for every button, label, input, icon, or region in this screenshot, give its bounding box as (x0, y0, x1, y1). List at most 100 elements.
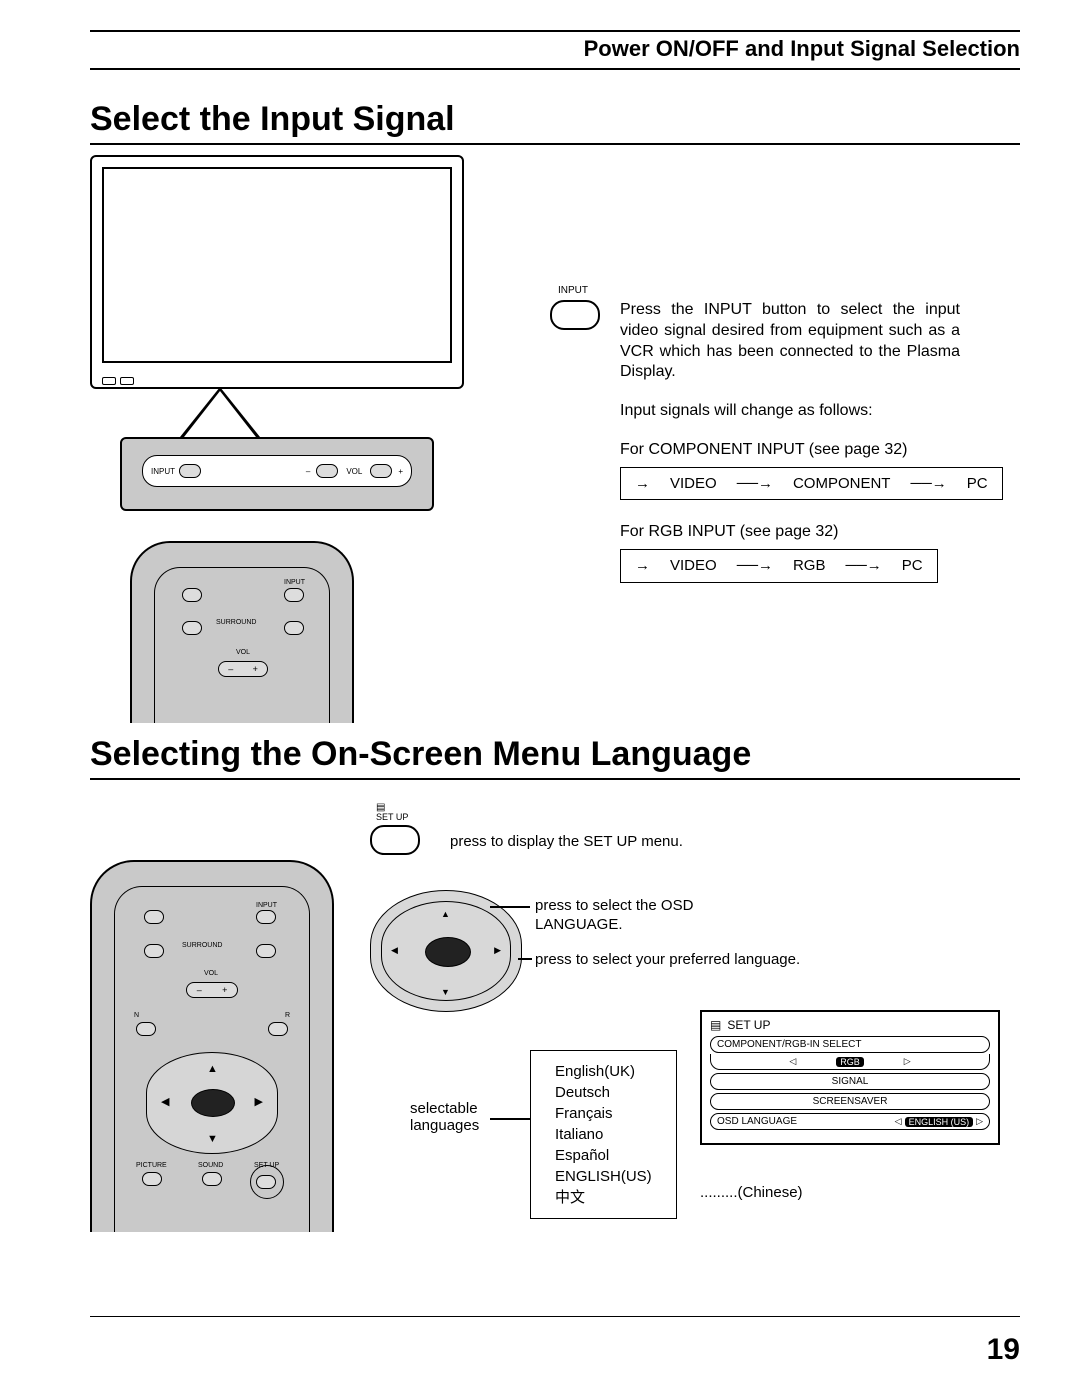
flow1-b: COMPONENT (793, 474, 891, 494)
panel-vol-down-button[interactable] (316, 464, 338, 478)
menu-row3: SCREENSAVER (813, 1096, 888, 1107)
input-button-label: INPUT (550, 285, 596, 296)
panel-input-label: INPUT (151, 467, 175, 476)
callout-triangle (180, 387, 260, 437)
rgb-flow-box: → VIDEO ──→ RGB ──→ PC (620, 549, 938, 583)
lang-francais: Français (555, 1103, 652, 1124)
remote-surround-label: SURROUND (182, 942, 222, 949)
remote-vol-label: VOL (204, 970, 218, 977)
flow1-a: VIDEO (670, 474, 717, 494)
plasma-display-illustration (90, 155, 464, 389)
remote-vol-plus: + (213, 985, 238, 995)
chevron-left-icon: ◁ (789, 1056, 796, 1067)
setup-button-label: SET UP (376, 812, 408, 822)
remote-control-full: INPUT SURROUND VOL – + N R ▲ ▼ ◀ ▶ PICTU… (90, 860, 334, 1232)
menu-row1-value: RGB (836, 1057, 864, 1067)
lang-english-uk: English(UK) (555, 1061, 652, 1082)
remote-aspect-button[interactable] (144, 944, 164, 958)
arrow-icon: ──→ (845, 556, 881, 576)
page-header: Power ON/OFF and Input Signal Selection (90, 30, 1020, 70)
remote-control-top: INPUT SURROUND VOL – + (130, 541, 354, 723)
lang-chinese: 中文 (555, 1187, 652, 1208)
remote-vol-minus: – (219, 664, 243, 674)
menu-row-signal[interactable]: SIGNAL (710, 1073, 990, 1090)
languages-word: languages (410, 1117, 479, 1134)
menu-title: SET UP (727, 1018, 770, 1032)
lang-english-us: ENGLISH(US) (555, 1166, 652, 1187)
arrow-icon: → (635, 556, 650, 576)
chevron-left-icon: ◁ (895, 1116, 902, 1127)
remote-sound-label: SOUND (198, 1162, 223, 1169)
menu-row-screensaver[interactable]: SCREENSAVER (710, 1093, 990, 1110)
panel-input-button[interactable] (179, 464, 201, 478)
remote-vol-plus: + (244, 664, 268, 674)
step1-text: press to display the SET UP menu. (450, 832, 683, 852)
remote-surround-label: SURROUND (216, 619, 256, 626)
menu-row2: SIGNAL (832, 1076, 869, 1087)
remote-vol-rocker[interactable]: – + (186, 982, 238, 998)
menu-list-icon: ▤ (710, 1018, 721, 1032)
right-arrow-icon: ▶ (494, 945, 501, 956)
header-title: Power ON/OFF and Input Signal Selection (584, 36, 1020, 61)
panel-vol-minus: – (306, 467, 310, 476)
section1-paragraph: Press the INPUT button to select the inp… (620, 300, 960, 383)
navigation-pad-graphic[interactable]: ▲ ▼ ◀ ▶ (370, 890, 522, 1012)
remote-picture-button[interactable] (142, 1172, 162, 1186)
chevron-right-icon: ▷ (976, 1116, 983, 1127)
remote-n-label: N (134, 1012, 139, 1019)
remote-input-button[interactable] (256, 910, 276, 924)
lang-deutsch: Deutsch (555, 1082, 652, 1103)
remote-power-button[interactable] (182, 588, 202, 602)
osd-setup-menu: ▤ SET UP COMPONENT/RGB-IN SELECT ◁ RGB ▷… (700, 1010, 1000, 1145)
remote-sound-button[interactable] (202, 1172, 222, 1186)
remote-dpad-center[interactable] (191, 1089, 235, 1117)
menu-row-osd-language[interactable]: OSD LANGUAGE ◁ ENGLISH (US) ▷ (710, 1113, 990, 1130)
setup-button-graphic[interactable] (370, 825, 420, 855)
remote-r-label: R (285, 1012, 290, 1019)
arrow-icon: ──→ (737, 556, 773, 576)
rgb-input-note: For RGB INPUT (see page 32) (620, 522, 960, 543)
step2b-text: LANGUAGE. (535, 915, 623, 935)
menu-row-component-rgb-value[interactable]: ◁ RGB ▷ (710, 1054, 990, 1070)
arrow-icon: ──→ (737, 474, 773, 494)
display-control-panel: INPUT – VOL + (120, 437, 434, 511)
remote-power-button[interactable] (144, 910, 164, 924)
section2-title: Selecting the On-Screen Menu Language (90, 735, 1020, 780)
input-button-graphic[interactable] (550, 300, 600, 330)
down-arrow-icon: ▼ (441, 987, 450, 997)
nav-pad-center-button[interactable] (425, 937, 471, 967)
section1-title: Select the Input Signal (90, 100, 1020, 145)
remote-input-button[interactable] (284, 588, 304, 602)
remote-mute-button[interactable] (256, 944, 276, 958)
up-arrow-icon: ▲ (441, 909, 450, 919)
remote-mute-button[interactable] (284, 621, 304, 635)
menu-row4-label: OSD LANGUAGE (717, 1116, 797, 1127)
remote-dpad[interactable]: ▲ ▼ ◀ ▶ (146, 1052, 278, 1154)
step3-text: press to select your preferred language. (535, 950, 800, 970)
remote-vol-rocker[interactable]: – + (218, 661, 268, 677)
remote-n-button[interactable] (136, 1022, 156, 1036)
remote-input-label: INPUT (256, 902, 277, 909)
left-arrow-icon: ◀ (391, 945, 398, 956)
flow1-c: PC (967, 474, 988, 494)
component-flow-box: → VIDEO ──→ COMPONENT ──→ PC (620, 467, 1003, 501)
flow2-b: RGB (793, 556, 826, 576)
lang-italiano: Italiano (555, 1124, 652, 1145)
page-number: 19 (987, 1333, 1020, 1367)
menu-row1-label: COMPONENT/RGB-IN SELECT (717, 1039, 861, 1050)
arrow-icon: ──→ (910, 474, 946, 494)
remote-r-button[interactable] (268, 1022, 288, 1036)
remote-setup-button[interactable] (256, 1175, 276, 1189)
lang-espanol: Español (555, 1145, 652, 1166)
remote-input-label: INPUT (284, 579, 305, 586)
remote-picture-label: PICTURE (136, 1162, 167, 1169)
flow2-a: VIDEO (670, 556, 717, 576)
menu-row4-value: ENGLISH (US) (905, 1117, 974, 1127)
remote-aspect-button[interactable] (182, 621, 202, 635)
panel-vol-up-button[interactable] (370, 464, 392, 478)
chevron-right-icon: ▷ (904, 1056, 911, 1067)
signals-change-text: Input signals will change as follows: (620, 401, 960, 422)
footer-rule (90, 1316, 1020, 1317)
panel-vol-plus: + (398, 467, 403, 476)
menu-row-component-rgb[interactable]: COMPONENT/RGB-IN SELECT (710, 1036, 990, 1053)
